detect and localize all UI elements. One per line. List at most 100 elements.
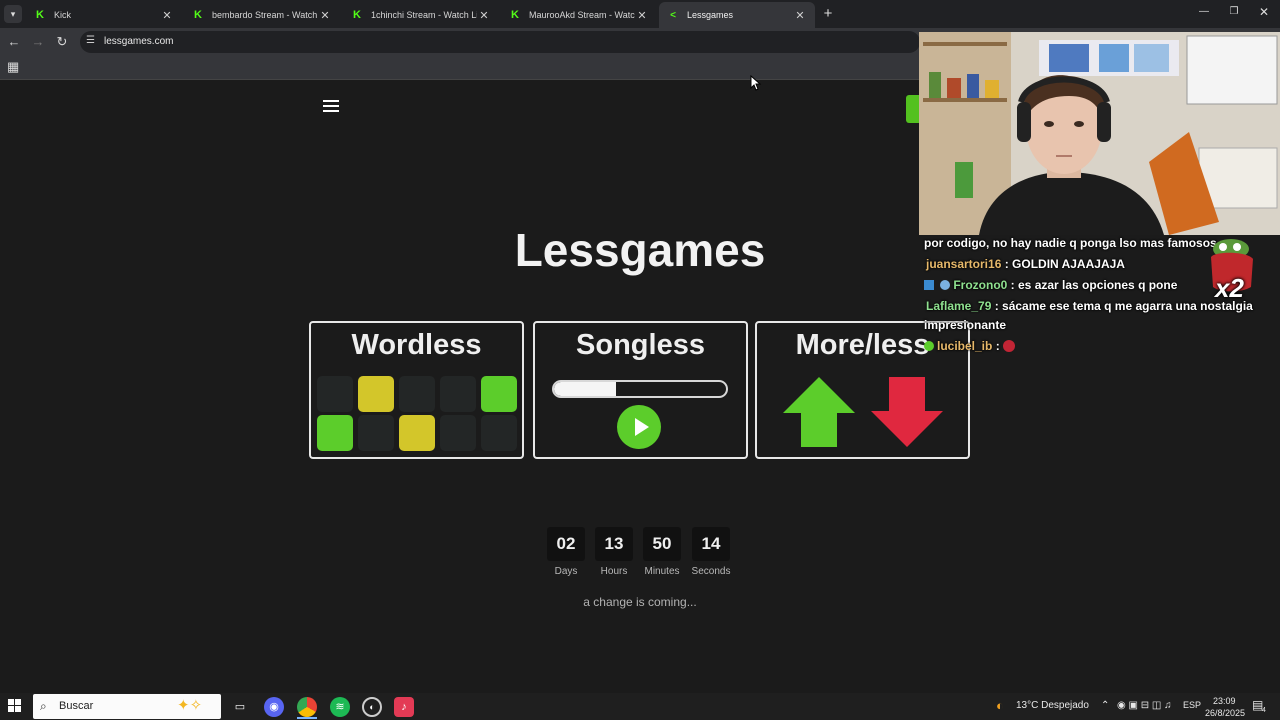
wordless-cell-empty (440, 415, 476, 451)
chat-user: lucibel_ib (937, 339, 993, 353)
back-button[interactable]: ← (6, 34, 22, 50)
wordless-cell-empty (358, 415, 394, 451)
wordless-card[interactable]: Wordless (309, 321, 524, 459)
kick-icon: K (36, 9, 44, 21)
windows-start-icon[interactable] (8, 699, 22, 713)
chat-line: impresionante (924, 318, 1006, 332)
chat-user: Laflame_79 (926, 299, 992, 313)
chat-overlay: por codigo, no hay nadie q ponga lso mas… (919, 235, 1280, 365)
emote-multiplier: x2 (1215, 273, 1244, 303)
hamburger-menu-icon[interactable] (323, 100, 339, 112)
webcam-overlay (919, 32, 1280, 235)
restore-button[interactable]: ❐ (1226, 6, 1242, 17)
tab-title: MaurooAkd Stream - Watch Liv (529, 10, 635, 20)
countdown-days-value: 02 (547, 527, 585, 561)
play-button[interactable] (617, 405, 661, 449)
chat-message: impresionante (924, 318, 1007, 332)
countdown-seconds-label: Seconds (691, 566, 731, 577)
strawberry-emote-icon (1003, 340, 1016, 352)
minimize-button[interactable]: — (1196, 6, 1212, 17)
chat-line: juansartori16 : GOLDIN AJAAJAJA (926, 257, 1125, 271)
tab-kick[interactable]: K Kick ✕ (26, 2, 182, 28)
tab-title: 1chinchi Stream - Watch Live o (371, 10, 477, 20)
countdown-seconds-value: 14 (692, 527, 730, 561)
tab-lessgames[interactable]: < Lessgames ✕ (659, 2, 815, 28)
sparkle-icon: ✦✧ (177, 697, 203, 714)
wordless-cell-empty (481, 415, 517, 451)
tab-title: Lessgames (687, 10, 734, 20)
wordless-cell-yellow (399, 415, 435, 451)
search-placeholder: Buscar (59, 700, 94, 712)
tiktok-icon[interactable]: ♪ (394, 697, 414, 717)
taskbar-search-box[interactable]: ⌕ Buscar ✦✧ (33, 694, 221, 719)
wordless-cell-green (481, 376, 517, 412)
chat-message: : GOLDIN AJAAJAJA (1001, 257, 1125, 271)
active-app-indicator (297, 717, 317, 719)
kick-icon: K (353, 9, 361, 21)
chrome-icon[interactable] (297, 697, 317, 717)
arrow-up-icon (783, 377, 855, 447)
close-icon[interactable]: ✕ (318, 9, 332, 22)
tab-strip: ▾ K Kick ✕ K bembardo Stream - Watch Liv… (0, 0, 1280, 28)
close-icon[interactable]: ✕ (793, 9, 807, 22)
countdown-hours-value: 13 (595, 527, 633, 561)
chat-line: lucibel_ib : (924, 339, 1016, 353)
arrow-down-icon (871, 377, 943, 447)
chat-user: juansartori16 (926, 257, 1002, 271)
language-indicator[interactable]: ESP (1183, 700, 1201, 710)
chevron-up-icon[interactable]: ⌃ (1101, 700, 1109, 711)
close-icon[interactable]: ✕ (477, 9, 491, 22)
chat-line: por codigo, no hay nadie q ponga lso mas… (924, 236, 1217, 250)
reload-button[interactable]: ↻ (54, 34, 70, 50)
chat-message: : es azar las opciones q pone (1007, 278, 1178, 292)
forward-button[interactable]: → (30, 34, 46, 50)
task-view-icon[interactable]: ▭ (230, 697, 250, 717)
mouse-cursor-icon (750, 75, 762, 91)
header-action-button[interactable] (906, 95, 920, 123)
tab-maurooakd[interactable]: K MaurooAkd Stream - Watch Liv ✕ (501, 2, 657, 28)
tab-1chinchi[interactable]: K 1chinchi Stream - Watch Live o ✕ (343, 2, 499, 28)
close-icon[interactable]: ✕ (635, 9, 649, 22)
site-info-icon[interactable]: ☰ (86, 35, 95, 46)
streamer-image (919, 32, 1280, 235)
tab-bembardo[interactable]: K bembardo Stream - Watch Live ✕ (184, 2, 340, 28)
wordless-title: Wordless (351, 329, 482, 361)
tab-search-button[interactable]: ▾ (4, 5, 22, 23)
address-bar[interactable]: ☰ (80, 31, 920, 53)
clock-date[interactable]: 26/8/2025 (1205, 708, 1245, 718)
clock-time[interactable]: 23:09 (1213, 696, 1236, 706)
kick-icon: K (511, 9, 519, 21)
search-icon: ⌕ (40, 699, 47, 713)
chat-user: Frozono0 (953, 278, 1008, 292)
apps-grid-icon[interactable]: ▦ (7, 59, 19, 75)
countdown-minutes-value: 50 (643, 527, 681, 561)
chat-line: Frozono0 : es azar las opciones q pone (924, 278, 1177, 292)
app-icon[interactable]: ◐ (362, 697, 382, 717)
chat-message: : sácame ese tema q me agarra una nostal… (991, 299, 1253, 313)
song-progress-fill (554, 382, 616, 396)
chat-message: : (992, 339, 1004, 353)
chat-message: por codigo, no hay nadie q ponga lso mas… (924, 236, 1217, 250)
tab-title: bembardo Stream - Watch Live (212, 10, 318, 20)
weather-text[interactable]: 13°C Despejado (1016, 700, 1089, 711)
lessgames-icon: < (670, 9, 676, 21)
close-icon[interactable]: ✕ (160, 9, 174, 22)
spotify-icon[interactable]: ≋ (330, 697, 350, 717)
tray-icons[interactable]: ◉ ▣ ⊟ ◫ ♫ (1117, 700, 1172, 711)
badge-icon (940, 280, 951, 290)
badge-icon (924, 341, 934, 351)
chat-line: Laflame_79 : sácame ese tema q me agarra… (926, 299, 1253, 313)
url-text[interactable]: lessgames.com (104, 36, 173, 47)
tab-title: Kick (54, 10, 72, 20)
discord-icon[interactable]: ◉ (264, 697, 284, 717)
new-tab-button[interactable]: + (820, 5, 836, 23)
notification-count: 4 (1262, 707, 1266, 714)
songless-title: Songless (576, 329, 705, 361)
play-icon (635, 418, 649, 436)
kick-icon: K (194, 9, 202, 21)
wordless-cell-empty (399, 376, 435, 412)
wordless-cell-empty (317, 376, 353, 412)
wordless-cell-empty (440, 376, 476, 412)
songless-card[interactable]: Songless (533, 321, 748, 459)
window-close-button[interactable]: ✕ (1256, 5, 1272, 19)
